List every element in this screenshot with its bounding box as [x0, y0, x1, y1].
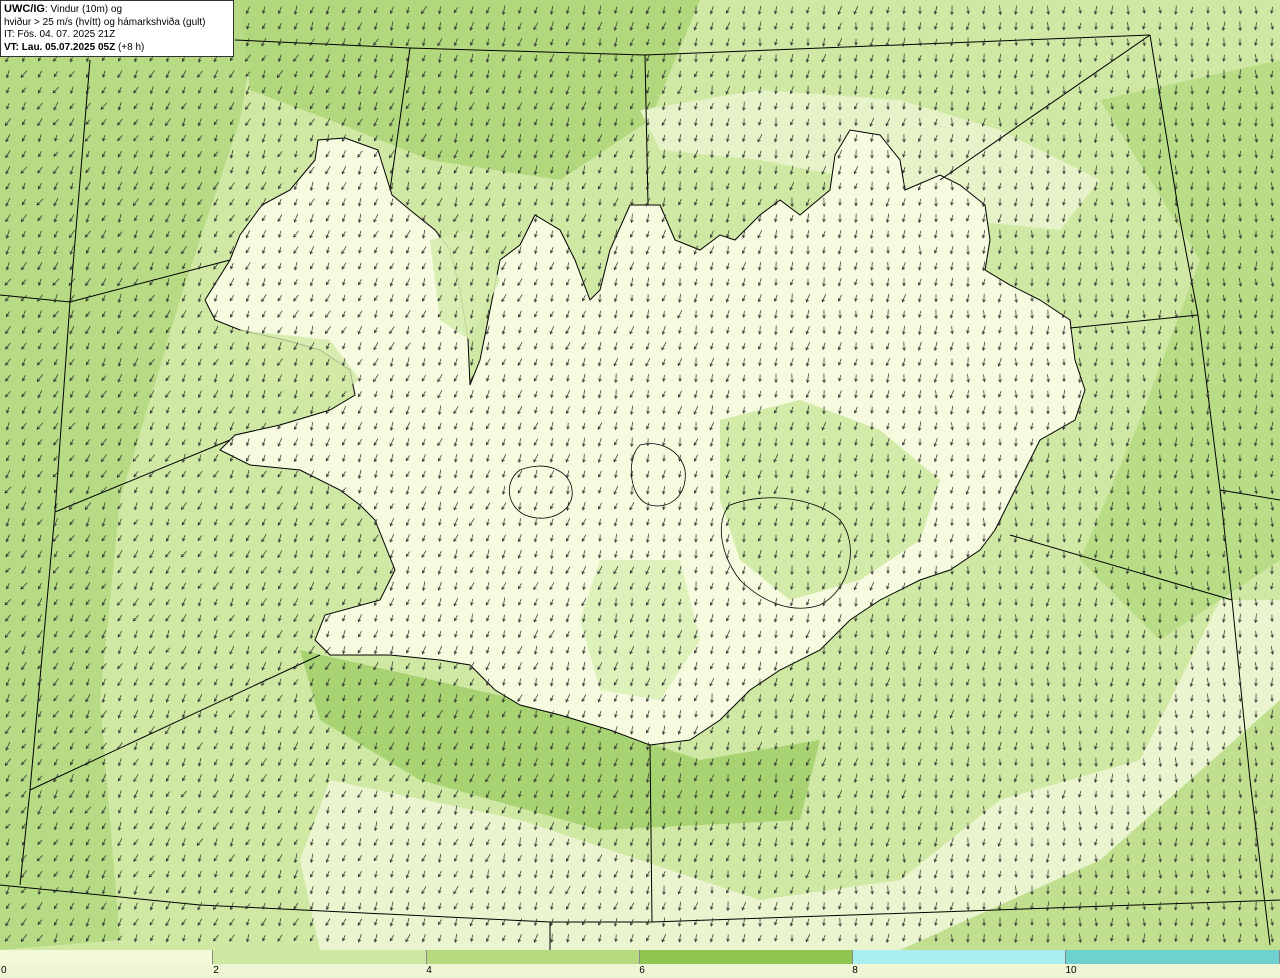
legend-tick-2: 2 [213, 965, 219, 976]
valid-time-line: VT: Lau. 05.07.2025 05Z (+8 h) [4, 42, 230, 55]
initial-time: IT: Fös. 04. 07. 2025 21Z [4, 29, 116, 40]
model-name: UWC/IG [4, 3, 45, 15]
legend-tick-6: 6 [639, 965, 645, 976]
legend-segment-2-4 [213, 950, 427, 964]
product-description: : Vindur (10m) og [44, 4, 123, 15]
legend-segment-0-2 [0, 950, 213, 964]
wind-map[interactable] [0, 0, 1280, 950]
legend-tick-10: 10 [1065, 965, 1077, 976]
gust-description: hviður > 25 m/s (hvítt) og hámarkshviða … [4, 16, 206, 28]
legend-tick-0: 0 [1, 965, 7, 976]
color-legend: 0 2 4 6 8 10 [0, 950, 1280, 978]
lead-time: (+8 h) [115, 41, 145, 53]
legend-segment-8-10 [853, 950, 1066, 964]
legend-bar [0, 950, 1280, 964]
forecast-info-box: UWC/IG: Vindur (10m) og hviður > 25 m/s … [0, 0, 234, 57]
legend-segment-10-plus [1066, 950, 1280, 964]
legend-tick-4: 4 [426, 965, 432, 976]
product-title-line: UWC/IG: Vindur (10m) og [4, 3, 230, 17]
legend-segment-4-6 [427, 950, 640, 964]
legend-tick-8: 8 [852, 965, 858, 976]
legend-segment-6-8 [640, 950, 853, 964]
valid-time: VT: Lau. 05.07.2025 05Z [4, 41, 116, 53]
